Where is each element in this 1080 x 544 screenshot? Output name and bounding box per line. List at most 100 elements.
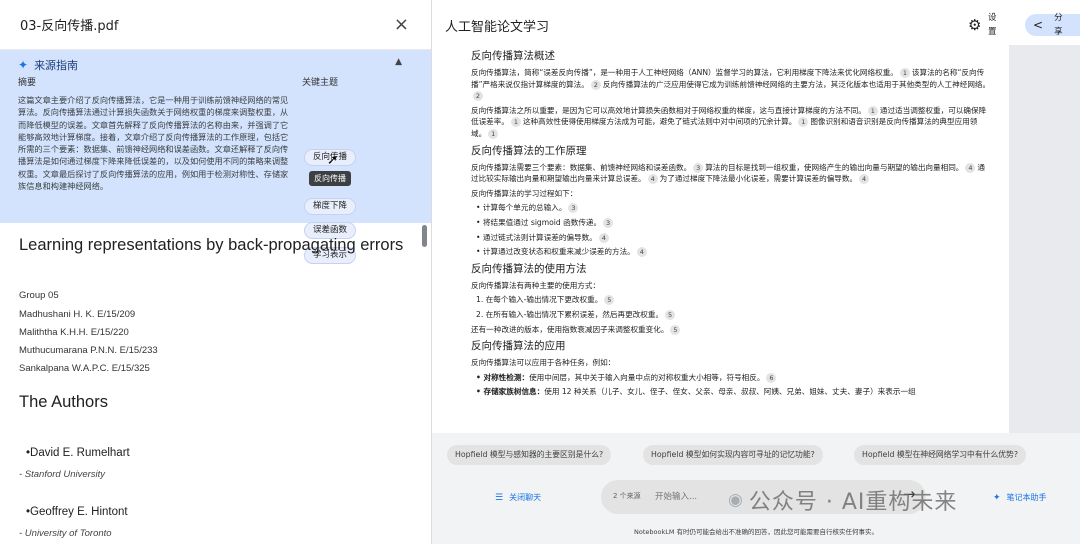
member-item: Madhushani H. K. E/15/209 [19, 309, 136, 320]
topic-chip-gradient-descent[interactable]: 梯度下降 [304, 198, 357, 215]
source-guide-header[interactable]: ✦ 来源指南 ▲ [18, 54, 402, 76]
source-guide-title: 来源指南 [34, 59, 79, 72]
suggestion-chip[interactable]: Hopfield 模型在神经网络学习中有什么优势? [854, 445, 1026, 465]
note-list-item: • 计算通过改变状态和权重来减少误差的方法。 4 [471, 246, 991, 258]
author-affiliation: - University of Toronto [19, 528, 112, 539]
settings-label: 设置 [988, 13, 997, 37]
source-file-title: 03-反向传播.pdf [20, 19, 119, 34]
citation-badge[interactable]: 1 [488, 128, 499, 139]
notebook-guide-label: 笔记本助手 [1006, 493, 1047, 502]
note-paragraph: 反向传播算法可以应用于各种任务，例如： [471, 358, 616, 368]
note-text: 使用 12 种关系（儿子、女儿、侄子、侄女、父亲、母亲、叔叔、阿姨、兄弟、姐妹、… [544, 387, 916, 397]
note-list-item: • 对称性检测：使用中间层，其中关于输入向量中点的对称权重大小相等，符号相反。 6 [471, 372, 991, 384]
citation-badge[interactable]: 3 [568, 203, 579, 214]
suggestion-chip[interactable]: Hopfield 模型如何实现内容可寻址的记忆功能? [643, 445, 823, 465]
citation-badge[interactable]: 2 [473, 91, 483, 102]
member-item: Muthucumarana P.N.N. E/15/233 [19, 345, 158, 356]
disclaimer-text: NotebookLM 有时仍可能会给出不准确的回答，因此您可能需要自行核实任何事… [633, 528, 879, 536]
note-text: 2. 在所有输入-输出情况下累积误差，然后再更改权重。 [476, 309, 664, 319]
document-viewer[interactable]: Learning representations by back-propaga… [0, 223, 431, 544]
watermark-text: 公众号 · AI重构未来 [748, 490, 958, 515]
document-title: Learning representations by back-propaga… [19, 236, 404, 254]
note-list-item: 1. 在每个输入-输出情况下更改权重。 5 [471, 294, 991, 306]
note-text: 这种高效性使得使用梯度方法成为可能，避免了链式法则中对中间项的冗余计算。 [522, 117, 797, 127]
note-list-item: • 计算每个单元的总输入。 3 [471, 202, 991, 214]
note-heading: 反向传播算法的工作原理 [471, 144, 587, 157]
note-text: 反向传播算法需要三个要素：数据集、前馈神经网络和误差函数。 [471, 162, 692, 172]
citation-badge[interactable]: 4 [598, 232, 609, 243]
note-text: 反向传播算法，简称“误差反向传播”，是一种用于人工神经网络（ANN）监督学习的算… [471, 68, 898, 77]
chevron-up-icon[interactable]: ▲ [395, 57, 402, 67]
note-text: • 计算每个单元的总输入。 [476, 203, 567, 213]
note-paragraph: 反向传播算法有两种主要的使用方式： [471, 280, 601, 290]
notes-header: 人工智能论文学习 ⚙ 设置 < 分享 [432, 0, 1080, 50]
authors-heading: The Authors [19, 393, 108, 411]
author-name: •David E. Rumelhart [26, 447, 130, 459]
note-bold-text: • 存储家族树信息： [476, 387, 545, 397]
close-chat-button[interactable]: ☰ 关闭聊天 [495, 492, 541, 503]
note-text: • 通过链式法则计算误差的偏导数。 [476, 232, 597, 242]
share-label: 分享 [1054, 13, 1063, 37]
citation-badge[interactable]: 3 [693, 162, 704, 173]
topic-tooltip: 反向传播 [309, 171, 351, 186]
wechat-icon: ◉ [728, 490, 743, 510]
note-text: 算法的目标是找到一组权重，使网络产生的输出向量与期望的输出向量相同。 [705, 162, 964, 172]
note-text: 1. 在每个输入-输出情况下更改权重。 [476, 295, 603, 305]
member-item: Maliththa K.H.H. E/15/220 [19, 327, 129, 338]
author-name: •Geoffrey E. Hintont [26, 506, 128, 518]
citation-badge[interactable]: 4 [965, 162, 976, 173]
note-viewer[interactable]: 反向传播算法概述 反向传播算法，简称“误差反向传播”，是一种用于人工神经网络（A… [432, 45, 1080, 433]
note-paragraph: 反向传播算法的学习过程如下： [471, 188, 578, 198]
note-list-item: 2. 在所有输入-输出情况下累积误差，然后再更改权重。 5 [471, 309, 991, 321]
note-heading: 反向传播算法的使用方法 [471, 262, 587, 275]
note-list-item: • 通过链式法则计算误差的偏导数。 4 [471, 232, 991, 244]
scrollbar-thumb[interactable] [422, 225, 427, 247]
scroll-gutter [1009, 45, 1080, 433]
settings-button[interactable]: ⚙ 设置 [968, 12, 1020, 38]
notebook-title[interactable]: 人工智能论文学习 [445, 16, 549, 35]
note-content: 反向传播算法概述 反向传播算法，简称“误差反向传播”，是一种用于人工神经网络（A… [471, 45, 991, 398]
mouse-cursor-icon: ➚ [327, 153, 338, 168]
citation-badge[interactable]: 6 [766, 372, 777, 383]
citation-badge[interactable]: 5 [665, 309, 676, 320]
note-text: • 将结果值通过 sigmoid 函数传递。 [476, 217, 602, 227]
citation-badge[interactable]: 5 [670, 324, 681, 335]
share-button[interactable]: < 分享 [1025, 13, 1080, 37]
citation-badge[interactable]: 4 [859, 174, 870, 185]
source-count-badge[interactable]: 2 个来源 [613, 491, 641, 501]
summary-label: 摘要 [18, 78, 37, 88]
citation-badge[interactable]: 1 [899, 68, 910, 78]
member-item: Sankalpana W.A.P.C. E/15/325 [19, 363, 150, 374]
share-icon: < [1033, 18, 1044, 32]
gear-icon: ⚙ [968, 16, 982, 34]
citation-badge[interactable]: 2 [590, 79, 601, 90]
key-topics-label: 关键主题 [302, 78, 339, 88]
citation-badge[interactable]: 4 [636, 247, 647, 258]
note-paragraph: 还有一种改进的版本，使用指数衰减因子来调整权重变化。 5 [471, 324, 991, 336]
citation-badge[interactable]: 4 [647, 174, 658, 185]
summary-text: 这篇文章主要介绍了反向传播算法，它是一种用于训练前馈神经网络的常见算法。反向传播… [18, 95, 289, 192]
sparkle-icon: ✦ [993, 492, 1001, 503]
citation-badge[interactable]: 1 [798, 117, 809, 128]
chat-list-icon: ☰ [495, 492, 504, 503]
close-chat-label: 关闭聊天 [509, 493, 542, 502]
citation-badge[interactable]: 5 [604, 295, 615, 306]
note-text: • 计算通过改变状态和权重来减少误差的方法。 [476, 247, 635, 257]
note-paragraph: 反向传播算法需要三个要素：数据集、前馈神经网络和误差函数。 3 算法的目标是找到一组… [471, 162, 991, 185]
close-icon[interactable]: × [394, 15, 409, 34]
notebook-guide-button[interactable]: ✦ 笔记本助手 [993, 492, 1047, 503]
note-paragraph: 反向传播算法，简称“误差反向传播”，是一种用于人工神经网络（ANN）监督学习的算… [471, 67, 991, 102]
citation-badge[interactable]: 3 [603, 217, 614, 228]
note-list-item: • 将结果值通过 sigmoid 函数传递。 3 [471, 217, 991, 229]
suggestion-chip[interactable]: Hopfield 模型与感知器的主要区别是什么? [447, 445, 612, 465]
source-header: 03-反向传播.pdf × [0, 0, 431, 50]
watermark: ◉ 公众号 · AI重构未来 [728, 484, 957, 516]
citation-badge[interactable]: 1 [867, 105, 878, 116]
source-guide: ✦ 来源指南 ▲ 摘要 这篇文章主要介绍了反向传播算法，它是一种用于训练前馈神经… [0, 50, 431, 264]
notes-panel: 人工智能论文学习 ⚙ 设置 < 分享 反向传播算法概述 反向传播算法，简称“误差… [432, 0, 1080, 544]
note-list-item: • 存储家族树信息：使用 12 种关系（儿子、女儿、侄子、侄女、父亲、母亲、叔叔… [471, 386, 991, 398]
note-text: 还有一种改进的版本，使用指数衰减因子来调整权重变化。 [471, 324, 669, 334]
note-text: 为了通过梯度下降法最小化误差，需要计算误差的偏导数。 [659, 174, 858, 184]
note-bold-text: • 对称性检测： [476, 372, 530, 382]
citation-badge[interactable]: 1 [510, 117, 521, 128]
